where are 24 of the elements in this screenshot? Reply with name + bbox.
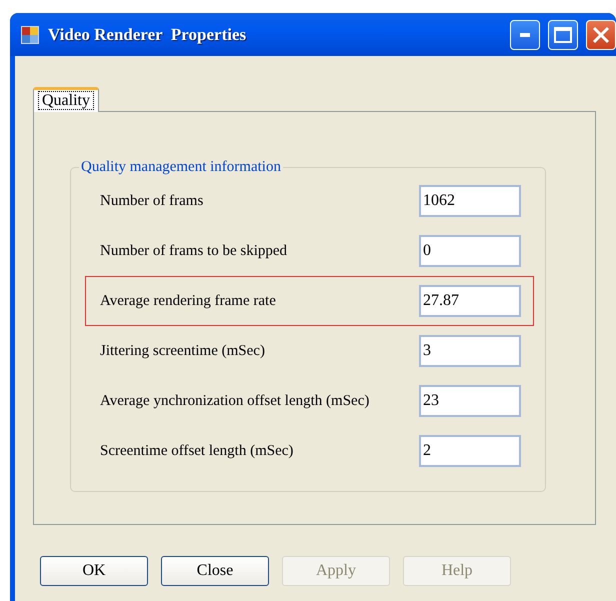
input-field[interactable]: 3 <box>419 335 521 367</box>
dialog-button[interactable]: Close <box>161 556 269 586</box>
field-label: Number of frams to be skipped <box>100 242 288 260</box>
input-field[interactable]: 1062 <box>419 185 521 217</box>
maximize-button[interactable] <box>548 20 578 50</box>
input-field[interactable]: 0 <box>419 235 521 267</box>
field-label: Average ynchronization offset length (mSec) <box>100 392 370 410</box>
maximize-icon <box>554 26 572 42</box>
field-label: Average rendering frame rate <box>100 292 277 310</box>
dialog-button[interactable]: OK <box>40 556 148 586</box>
field-label: Number of frams <box>100 192 204 210</box>
group-title: Quality management information <box>80 159 282 176</box>
window-title: Video Renderer Properties <box>48 24 248 44</box>
app-icon <box>20 24 40 44</box>
minimize-icon <box>520 32 530 36</box>
input-field[interactable]: 23 <box>419 385 521 417</box>
field-label: Jittering screentime (mSec) <box>100 342 266 360</box>
close-icon <box>592 26 610 44</box>
close-button[interactable] <box>586 20 616 50</box>
field-label: Screentime offset length (mSec) <box>100 442 294 460</box>
tab[interactable]: Quality <box>33 87 99 112</box>
minimize-button[interactable] <box>510 20 540 50</box>
input-field[interactable]: 27.87 <box>419 285 521 317</box>
input-field[interactable]: 2 <box>419 435 521 467</box>
